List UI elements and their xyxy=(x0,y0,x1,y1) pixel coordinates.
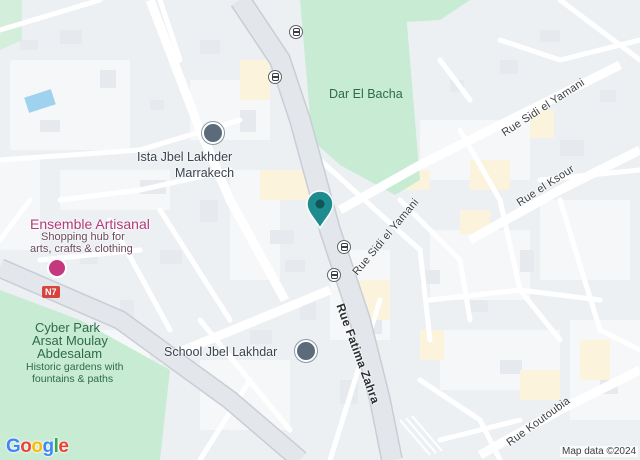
park-top xyxy=(405,0,470,22)
logo-letter: G xyxy=(6,436,21,457)
cyber-park-label-line3[interactable]: Abdesalam xyxy=(37,346,102,361)
ensemble-artisanal-label[interactable]: Ensemble Artisanal xyxy=(30,216,150,232)
bus-stop-icon[interactable] xyxy=(289,25,303,39)
cyber-park-desc-line1: Historic gardens with xyxy=(26,361,124,373)
school-jbel-lakhdar-label[interactable]: School Jbel Lakhdar xyxy=(164,345,277,359)
map-attribution[interactable]: Map data ©2024 xyxy=(560,446,639,457)
logo-letter: g xyxy=(42,436,55,457)
bus-glyph xyxy=(292,28,300,36)
bus-stop-icon[interactable] xyxy=(268,70,282,84)
ista-label-line2[interactable]: Marrakech xyxy=(175,166,234,180)
ista-label-line1[interactable]: Ista Jbel Lakhder xyxy=(137,150,232,164)
logo-letter: o xyxy=(20,436,32,457)
bus-glyph xyxy=(330,271,338,279)
shopping-bag-icon[interactable] xyxy=(47,258,67,278)
logo-letter: o xyxy=(31,436,43,457)
map-canvas[interactable]: N7 Dar El Bacha Ista Jbel Lakhder Marrak… xyxy=(0,0,640,460)
logo-letter: e xyxy=(58,436,69,457)
bus-stop-icon[interactable] xyxy=(327,268,341,282)
school-icon[interactable] xyxy=(202,122,224,144)
cyber-park-desc-line2: fountains & paths xyxy=(32,373,114,385)
crosswalk xyxy=(399,415,443,456)
google-logo[interactable]: Google xyxy=(6,436,69,458)
ensemble-desc-line2: arts, crafts & clothing xyxy=(30,243,133,255)
dar-el-bacha-label[interactable]: Dar El Bacha xyxy=(329,87,403,101)
school-icon[interactable] xyxy=(295,340,317,362)
ensemble-desc-line1: Shopping hub for xyxy=(41,231,125,243)
bus-glyph xyxy=(271,73,279,81)
bus-stop-icon[interactable] xyxy=(337,240,351,254)
bus-glyph xyxy=(340,243,348,251)
route-n7-shield: N7 xyxy=(42,286,60,298)
